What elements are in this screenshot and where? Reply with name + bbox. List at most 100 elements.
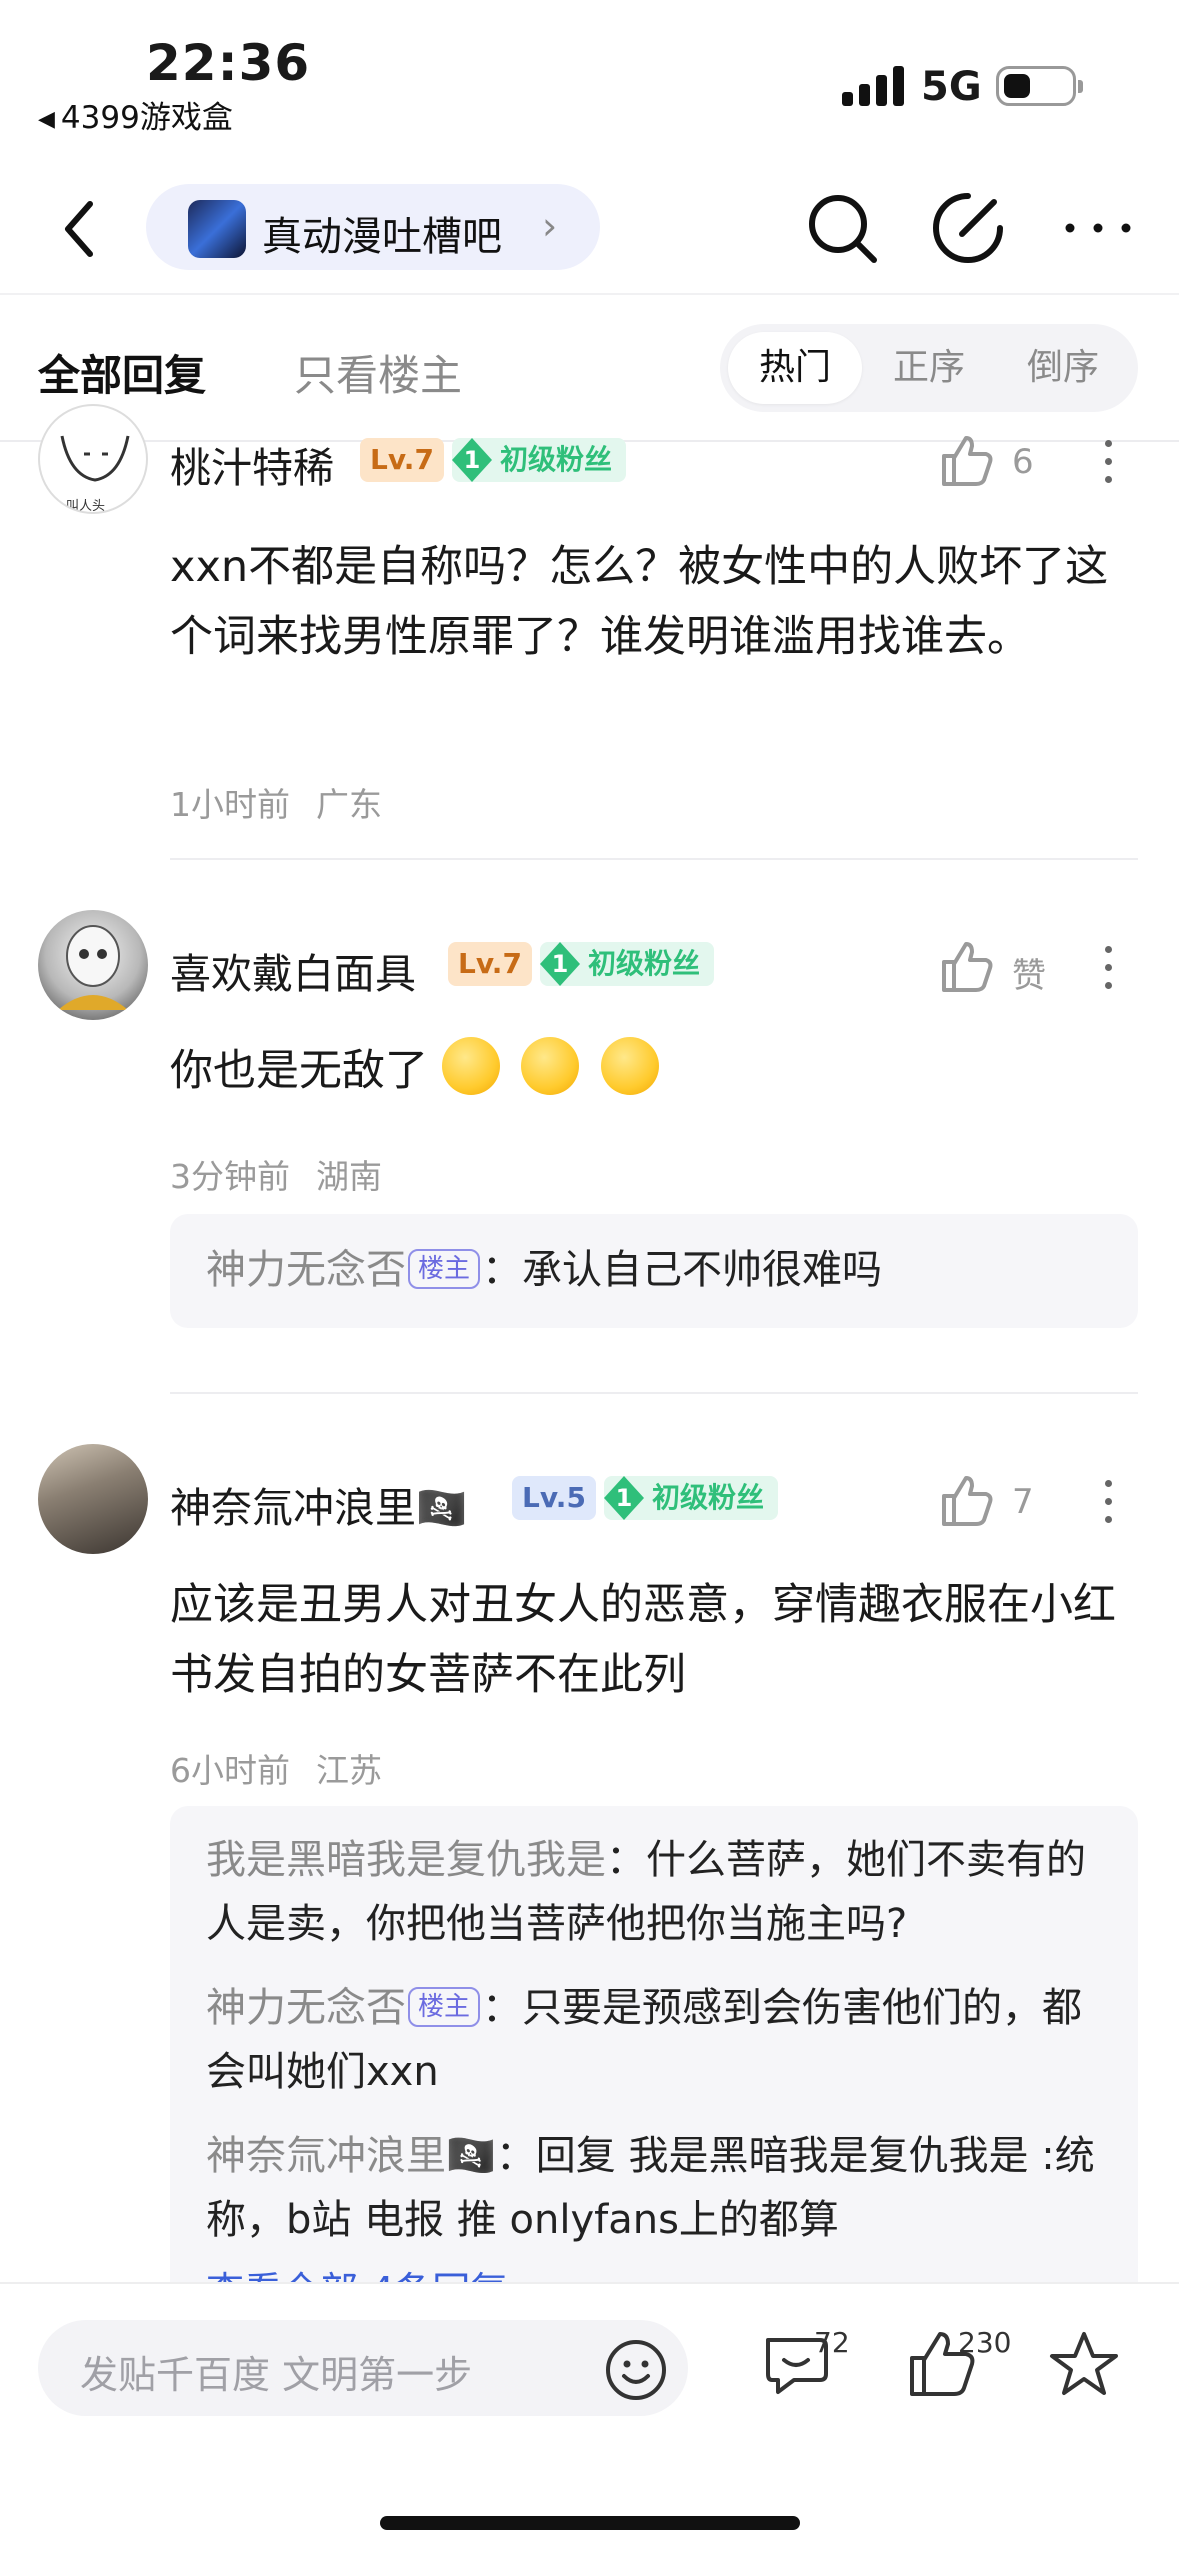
reply-text: ：承认自己不帅很难吗 [482,1247,883,1293]
username[interactable]: 喜欢戴白面具 [170,940,416,1000]
divider [0,293,1179,295]
fan-gem-icon: 1 [536,940,584,988]
fan-level: 1 [463,446,481,474]
svg-text:叫人头: 叫人头 [66,499,105,514]
fan-gem-icon: 1 [448,436,496,484]
reply: 神奈氚冲浪里🏴‍☠️：回复 我是黑暗我是复仇我是 :统称，b站 电报 推 onl… [206,2124,1106,2252]
comment-time: 3分钟前 [170,1157,290,1196]
laughing-emoji-icon [521,1037,580,1095]
comment-location: 江苏 [316,1751,382,1790]
fan-level: 1 [615,1484,633,1512]
fan-level: 1 [551,950,569,978]
thumbs-up-icon [942,436,993,486]
network-type: 5G [921,64,982,110]
reply: 神力无念否 楼主 ：承认自己不帅很难吗 [206,1238,1106,1302]
back-icon[interactable] [56,194,106,264]
more-icon[interactable] [1058,188,1138,268]
star-icon[interactable] [1046,2326,1122,2402]
like-button[interactable]: 7 [936,1472,1056,1532]
home-indicator [380,2516,800,2530]
reply-author[interactable]: 神力无念否 [206,1247,406,1293]
signal-icon [842,66,906,106]
comment-more-icon[interactable] [1098,938,1118,998]
op-tag: 楼主 [408,1987,481,2027]
comment-more-icon[interactable] [1098,1472,1118,1532]
comment-more-icon[interactable] [1098,432,1118,492]
fan-badge: 1 初级粉丝 [452,438,627,482]
fan-label: 初级粉丝 [652,1481,765,1514]
comment-time: 6小时前 [170,1751,290,1790]
comment-count: 72 [814,2326,850,2359]
fan-badge: 1 初级粉丝 [540,942,715,986]
like-label: 赞 [1012,956,1046,996]
avatar[interactable]: 叫人头 [38,404,148,514]
comment-location: 广东 [316,785,382,824]
search-icon[interactable] [802,188,882,268]
back-to-app[interactable]: ◀ 4399游戏盒 [38,92,233,137]
tab-op-only[interactable]: 只看楼主 [294,342,462,403]
reply-author[interactable]: 神奈氚冲浪里🏴‍☠️ [206,2133,496,2179]
fan-label: 初级粉丝 [588,947,701,980]
comment-meta: 6小时前 江苏 [170,1744,382,1792]
thumbs-up-icon [942,942,993,992]
battery-icon [996,66,1083,106]
nav-bar: 真动漫吐槽吧 › [0,170,1179,290]
like-count: 7 [1012,1482,1034,1522]
comment-text-row: 你也是无敌了 [170,1036,1130,1106]
sort-hot[interactable]: 热门 [728,332,862,404]
like-count: 230 [958,2326,1012,2359]
thumbs-up-icon [942,1476,993,1526]
back-app-label: 4399游戏盒 [60,100,233,136]
bottom-bar: 发贴千百度 文明第一步 72 230 [0,2282,1179,2556]
forum-name: 真动漫吐槽吧 [262,214,502,260]
avatar-sketch-icon: 叫人头 [60,435,130,514]
avatar[interactable] [38,1444,148,1554]
like-button[interactable]: 赞 [936,938,1056,998]
reply: 神力无念否 楼主 ：只要是预感到会伤害他们的，都会叫她们xxn [206,1976,1106,2104]
compose-icon[interactable] [928,188,1008,268]
reply-box[interactable]: 我是黑暗我是复仇我是：什么菩萨，她们不卖有的人是卖，你把他当菩萨他把你当施主吗?… [170,1806,1138,2313]
username[interactable]: 桃汁特稀 [170,434,334,494]
laughing-emoji-icon [601,1037,660,1095]
divider [170,858,1138,860]
sort-desc[interactable]: 倒序 [996,332,1130,404]
reply: 我是黑暗我是复仇我是：什么菩萨，她们不卖有的人是卖，你把他当菩萨他把你当施主吗? [206,1828,1106,1956]
avatar-mask-icon [58,925,128,1010]
chevron-right-icon: › [542,204,558,248]
reply-box[interactable]: 神力无念否 楼主 ：承认自己不帅很难吗 [170,1214,1138,1328]
tab-all-replies[interactable]: 全部回复 [38,342,206,403]
reply-tabs: 全部回复 只看楼主 热门 正序 倒序 [0,300,1179,440]
level-badge: Lv.5 [512,1476,596,1520]
level-badge: Lv.7 [360,438,444,482]
status-bar: 22:36 ◀ 4399游戏盒 5G [0,0,1179,150]
fan-gem-icon: 1 [600,1474,648,1522]
laughing-emoji-icon [441,1037,500,1095]
sort-asc[interactable]: 正序 [862,332,996,404]
divider [170,1392,1138,1394]
comment-location: 湖南 [316,1157,382,1196]
comment-meta: 1小时前 广东 [170,778,382,826]
reply-input[interactable]: 发贴千百度 文明第一步 [38,2320,688,2416]
comment-text: 应该是丑男人对丑女人的恶意，穿情趣衣服在小红书发自拍的女菩萨不在此列 [170,1580,1116,1700]
username[interactable]: 神奈氚冲浪里🏴‍☠️ [170,1474,467,1534]
comment-time: 1小时前 [170,785,290,824]
like-count: 6 [1012,442,1034,482]
status-time: 22:36 [146,34,311,92]
reply-author[interactable]: 我是黑暗我是复仇我是 [206,1837,606,1883]
fan-badge: 1 初级粉丝 [604,1476,779,1520]
forum-pill[interactable]: 真动漫吐槽吧 › [146,184,600,270]
forum-avatar [188,200,246,258]
reply-input-placeholder: 发贴千百度 文明第一步 [80,2353,473,2397]
reply-author[interactable]: 神力无念否 [206,1985,406,2031]
fan-label: 初级粉丝 [500,443,613,476]
avatar[interactable] [38,910,148,1020]
sort-toggle: 热门 正序 倒序 [720,324,1138,412]
op-tag: 楼主 [408,1249,481,1289]
back-triangle-icon: ◀ [38,107,55,132]
emoji-icon[interactable] [604,2338,668,2402]
comment-text: xxn不都是自称吗？怎么？被女性中的人败坏了这个词来找男性原罪了？谁发明谁滥用找… [170,542,1109,662]
level-badge: Lv.7 [448,942,532,986]
comment-text: 你也是无敌了 [170,1046,428,1096]
comment-meta: 3分钟前 湖南 [170,1150,382,1198]
like-button[interactable]: 6 [936,432,1056,492]
